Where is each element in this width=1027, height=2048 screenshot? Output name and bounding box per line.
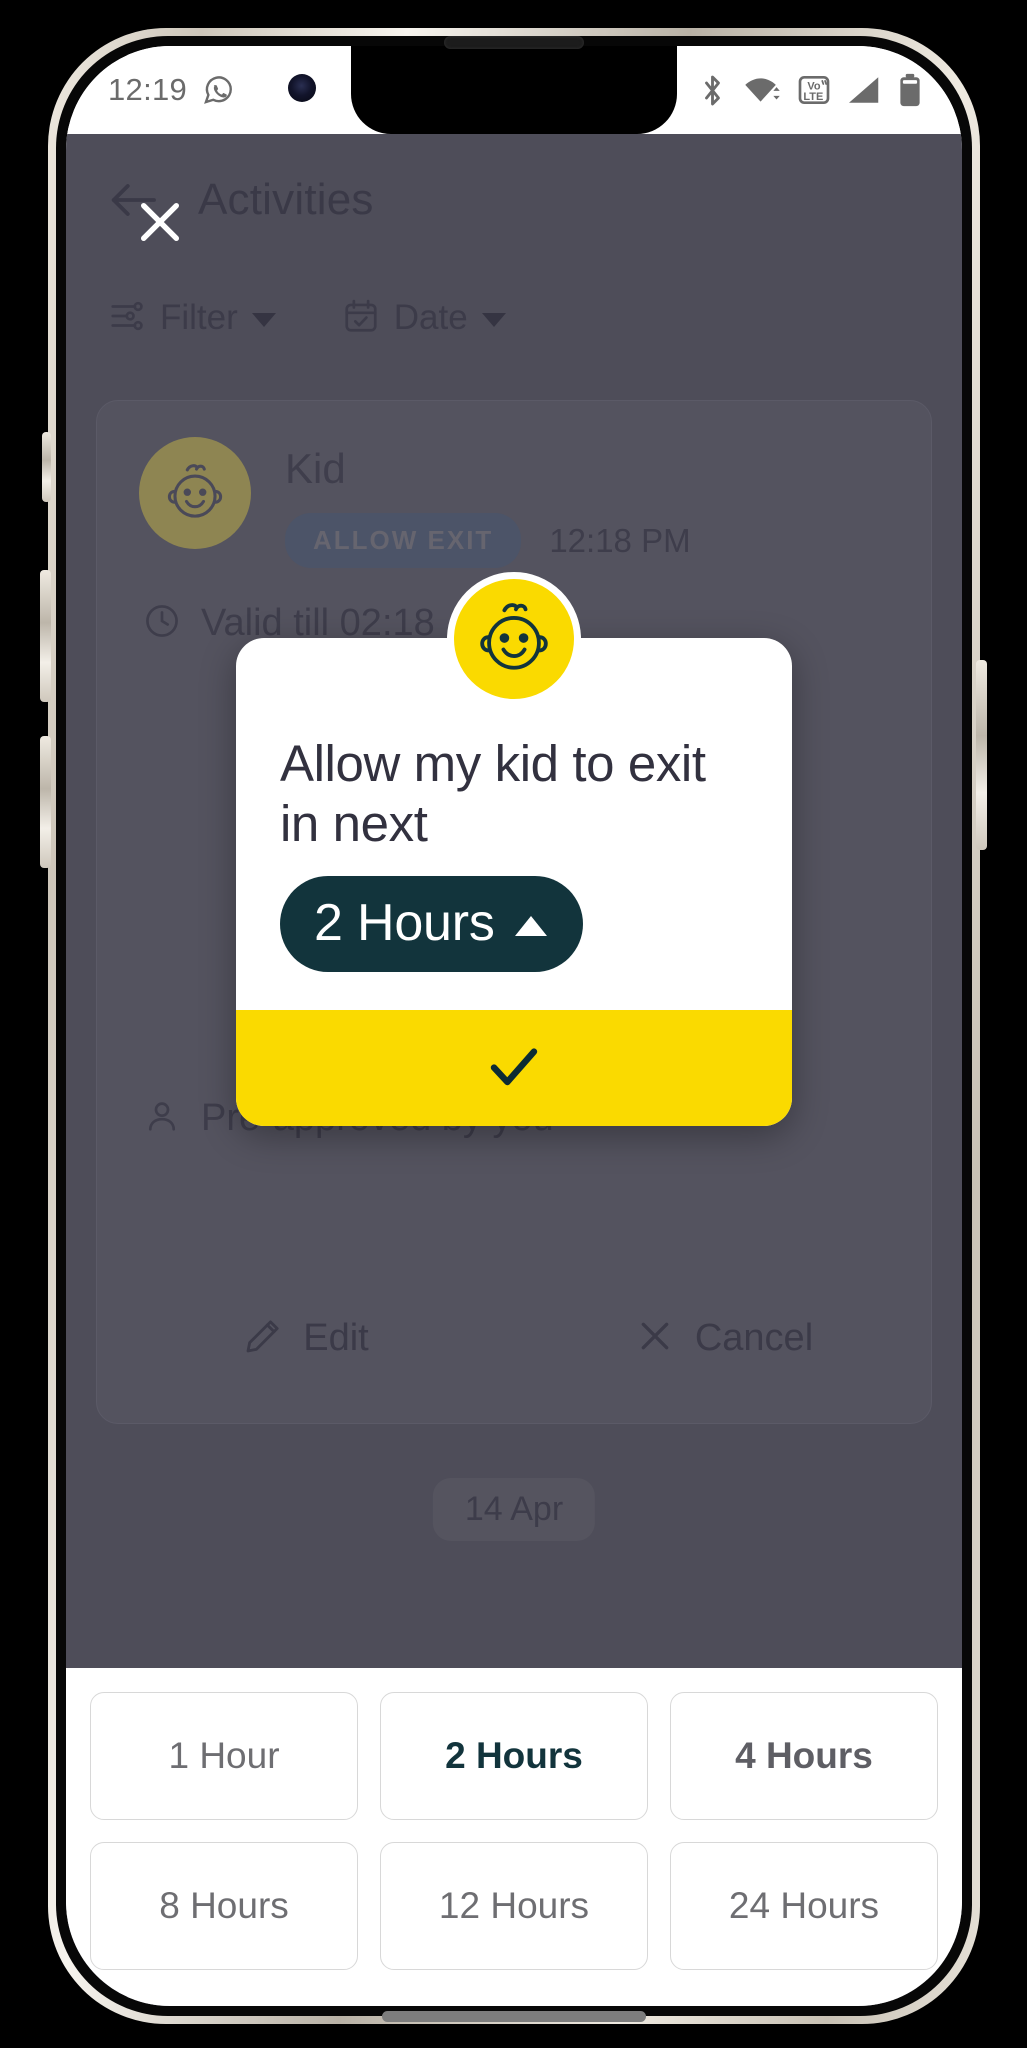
calendar-check-icon xyxy=(342,297,380,340)
app-bar: Activities xyxy=(66,134,962,266)
clock-icon xyxy=(143,602,181,645)
pencil-icon xyxy=(243,1316,283,1361)
dialog-title: Allow my kid to exit in next xyxy=(280,735,706,853)
duration-options-sheet: 1 Hour 2 Hours 4 Hours 8 Hours 12 Hours … xyxy=(66,1668,962,2006)
filter-bar: Filter Date xyxy=(66,266,962,370)
filter-button[interactable]: Filter xyxy=(108,297,276,340)
battery-icon xyxy=(898,73,922,107)
duration-options-grid: 1 Hour 2 Hours 4 Hours 8 Hours 12 Hours … xyxy=(90,1692,938,1970)
silent-switch[interactable] xyxy=(42,432,51,502)
kid-face-icon xyxy=(139,437,251,549)
confirm-button[interactable] xyxy=(236,1010,792,1127)
status-time: 12:19 xyxy=(108,72,188,107)
activity-badge-row: ALLOW EXIT 12:18 PM xyxy=(285,513,691,568)
date-button[interactable]: Date xyxy=(342,297,506,340)
bluetooth-icon xyxy=(699,74,726,107)
sliders-icon xyxy=(108,297,146,340)
duration-option-4-hours[interactable]: 4 Hours xyxy=(670,1692,938,1820)
volume-down-button[interactable] xyxy=(40,736,51,868)
cancel-label: Cancel xyxy=(694,1316,814,1359)
activity-header: Kid ALLOW EXIT 12:18 PM xyxy=(97,401,931,568)
duration-option-1-hour[interactable]: 1 Hour xyxy=(90,1692,358,1820)
power-button[interactable] xyxy=(976,660,987,850)
activity-meta: Kid ALLOW EXIT 12:18 PM xyxy=(285,437,691,568)
edit-button[interactable]: Edit xyxy=(97,1316,515,1361)
date-label: Date xyxy=(393,298,468,337)
activity-actions: Edit Cancel xyxy=(97,1253,933,1423)
chevron-down-icon xyxy=(481,313,506,327)
close-icon xyxy=(635,1316,675,1361)
signal-icon xyxy=(847,75,881,105)
chevron-down-icon xyxy=(251,313,276,327)
status-badge: ALLOW EXIT xyxy=(285,513,522,568)
page-title: Activities xyxy=(198,175,374,224)
wifi-icon xyxy=(743,74,781,106)
dialog-close-icon[interactable] xyxy=(132,194,188,250)
date-separator-chip: 14 Apr xyxy=(432,1478,596,1541)
edit-label: Edit xyxy=(303,1316,369,1359)
cancel-button[interactable]: Cancel xyxy=(515,1316,933,1361)
status-bar-left: 12:19 xyxy=(108,72,235,108)
earpiece-speaker xyxy=(443,36,584,49)
duration-selector[interactable]: 2 Hours xyxy=(280,876,583,973)
duration-option-24-hours[interactable]: 24 Hours xyxy=(670,1842,938,1970)
activity-name: Kid xyxy=(285,445,346,492)
duration-value: 2 Hours xyxy=(314,894,495,953)
filter-label: Filter xyxy=(160,298,238,337)
svg-text:LTE: LTE xyxy=(803,91,823,103)
device-notch xyxy=(350,46,677,134)
person-icon xyxy=(143,1097,181,1140)
screenshot-root: 12:19 Vo LTE Activities Filter Date Kid … xyxy=(0,0,1027,2048)
dialog-avatar xyxy=(447,572,581,706)
volte-icon: Vo LTE xyxy=(798,74,830,106)
home-indicator[interactable] xyxy=(381,2011,646,2022)
duration-option-2-hours[interactable]: 2 Hours xyxy=(380,1692,648,1820)
check-icon xyxy=(482,1034,546,1103)
chevron-up-icon xyxy=(514,916,547,937)
front-camera xyxy=(288,74,316,102)
whatsapp-icon xyxy=(201,73,235,107)
allow-exit-dialog: Allow my kid to exit in next 2 Hours xyxy=(236,638,792,1127)
volume-up-button[interactable] xyxy=(40,570,51,702)
duration-option-12-hours[interactable]: 12 Hours xyxy=(380,1842,648,1970)
status-bar-right: Vo LTE xyxy=(699,73,926,107)
activity-time: 12:18 PM xyxy=(549,521,691,559)
phone-screen: 12:19 Vo LTE Activities Filter Date Kid … xyxy=(66,46,962,2006)
duration-option-8-hours[interactable]: 8 Hours xyxy=(90,1842,358,1970)
